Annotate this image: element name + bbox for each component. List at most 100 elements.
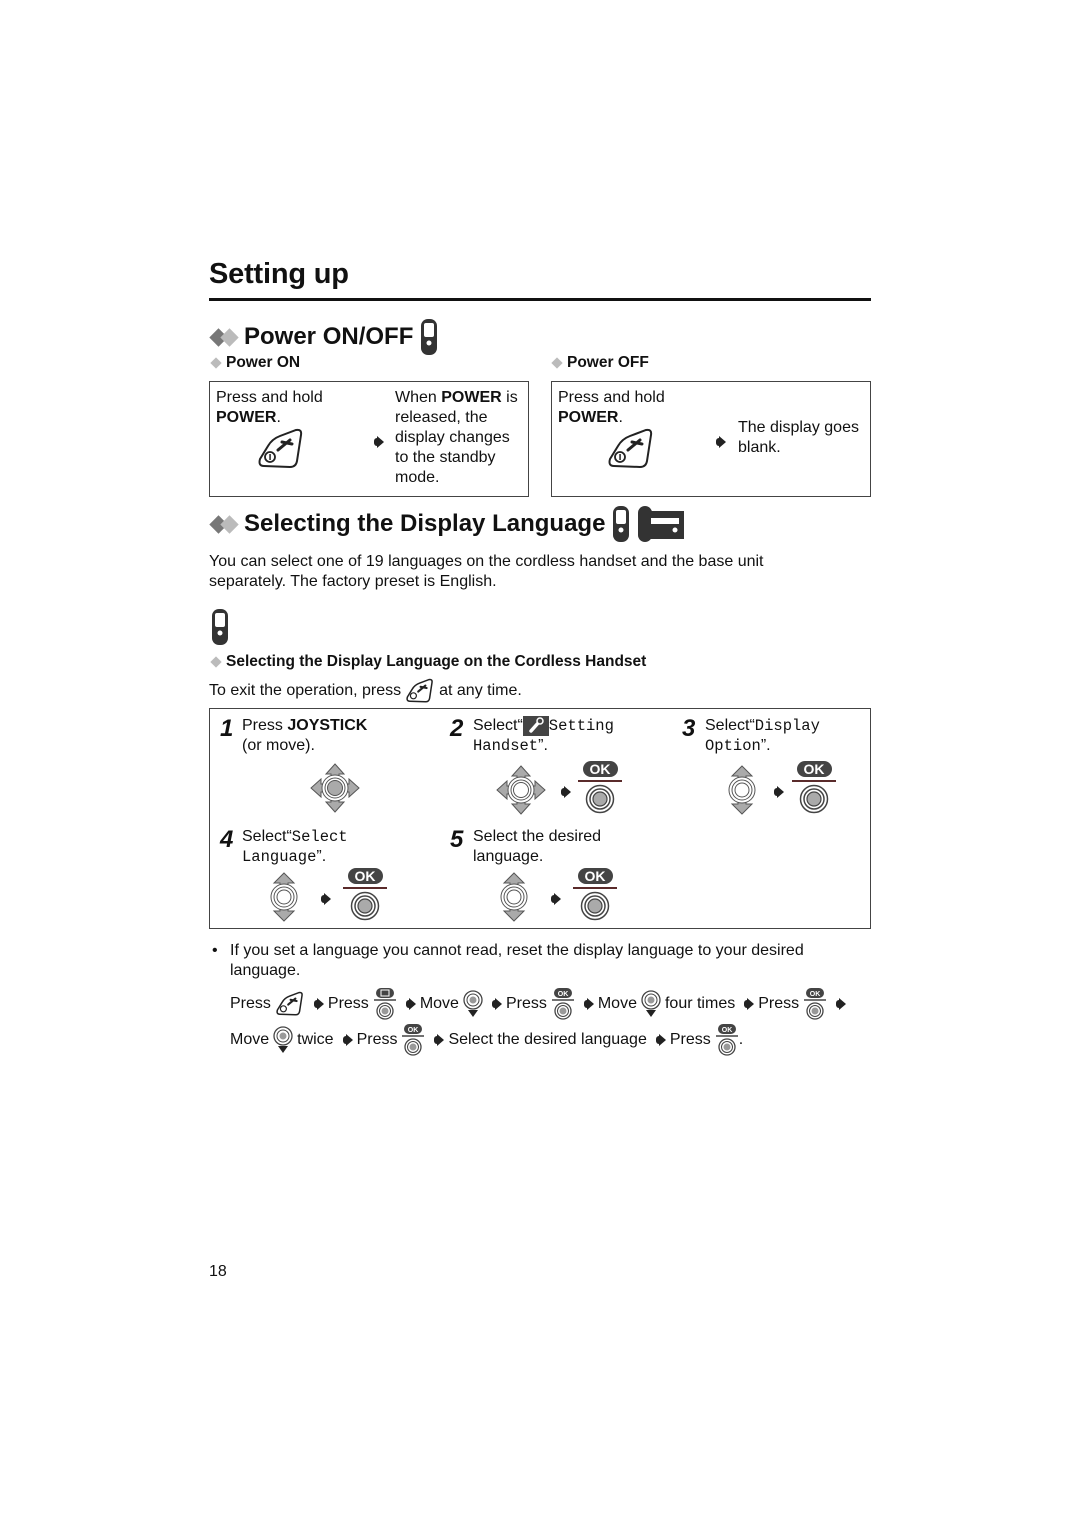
- step-text-part: Select“: [473, 717, 523, 734]
- ok-key-icon: [350, 891, 380, 921]
- step-text-part: ”.: [760, 737, 771, 754]
- power-key-icon[interactable]: [256, 428, 306, 470]
- note-text: language.: [230, 962, 301, 979]
- result-text: The display goes: [738, 419, 859, 436]
- ok-button[interactable]: OK: [567, 868, 623, 921]
- joystick-updown-icon[interactable]: [498, 872, 530, 922]
- step-text-part: ”.: [316, 848, 327, 865]
- power-key-icon[interactable]: [405, 677, 435, 705]
- seq-text: Select the desired language: [448, 1031, 647, 1048]
- page-title: Setting up: [209, 258, 349, 290]
- joystick-4way-icon[interactable]: [310, 763, 360, 813]
- ok-key-icon: [799, 784, 829, 814]
- result-text: to the standby: [395, 449, 496, 466]
- menu-item-text: Handset: [473, 737, 539, 755]
- menu-item-text: Display: [754, 717, 820, 735]
- ok-divider: [343, 887, 387, 889]
- ok-key-icon: [585, 784, 615, 814]
- arrow-icon: [342, 1034, 353, 1046]
- power-key-icon[interactable]: [606, 428, 656, 470]
- arrow-icon: [405, 998, 416, 1010]
- arrow-icon: [321, 893, 331, 905]
- power-on-result: When POWER is released, the display chan…: [395, 388, 518, 488]
- step-4: 4 Select“Select Language”. OK: [220, 826, 387, 922]
- arrow-icon: [374, 436, 384, 448]
- result-text: display changes: [395, 429, 510, 446]
- language-intro: You can select one of 19 languages on th…: [209, 552, 764, 592]
- seq-text: Press: [505, 995, 547, 1012]
- svg-text:OK: OK: [408, 1027, 419, 1034]
- step-text: Select the desired language.: [473, 827, 673, 867]
- language-heading-text: Selecting the Display Language: [244, 510, 606, 537]
- ok-label: OK: [577, 868, 613, 884]
- step-text-part: ”.: [538, 737, 548, 754]
- power-key-label: POWER: [558, 409, 619, 426]
- svg-text:OK: OK: [810, 991, 821, 998]
- ok-divider: [578, 780, 622, 782]
- ok-key-icon: OK: [551, 988, 574, 1020]
- handset-icon: [212, 609, 228, 645]
- seq-text: Press: [356, 1031, 398, 1048]
- instruction-end: .: [276, 409, 281, 426]
- arrow-icon: [434, 1034, 445, 1046]
- language-heading: Selecting the Display Language: [209, 505, 685, 543]
- handset-subheading: Selecting the Display Language on the Co…: [209, 653, 646, 671]
- exit-instruction: To exit the operation, press at any time…: [209, 677, 522, 705]
- seq-text: Press: [669, 1031, 711, 1048]
- step-number: 1: [220, 715, 234, 742]
- intro-text: You can select one of 19 languages on th…: [209, 553, 764, 570]
- power-key-label: POWER: [441, 389, 502, 406]
- handset-icon: [613, 506, 630, 542]
- small-diamond-icon: [210, 357, 222, 369]
- arrow-icon: [655, 1034, 666, 1046]
- step-number: 3: [682, 715, 696, 742]
- diamond-bullet-icon: [209, 514, 239, 534]
- arrow-icon: [561, 786, 571, 798]
- seq-text: Move: [230, 1031, 270, 1048]
- result-text: When: [395, 389, 442, 406]
- seq-text: four times: [664, 995, 736, 1012]
- menu-key-icon: [373, 988, 396, 1020]
- menu-item-text: Select: [291, 828, 348, 846]
- menu-item-text: Language: [242, 848, 317, 866]
- joystick-updown-icon[interactable]: [268, 872, 300, 922]
- joystick-down-icon: [273, 1026, 293, 1053]
- power-off-subheading-text: Power OFF: [567, 354, 649, 371]
- step-text: Select“Select Language”.: [242, 827, 442, 867]
- step-text-part: Press: [242, 717, 288, 734]
- small-diamond-icon: [551, 357, 563, 369]
- step-text-part: Select“: [705, 717, 755, 734]
- seq-text: Press: [327, 995, 369, 1012]
- arrow-icon: [716, 436, 726, 448]
- ok-button[interactable]: OK: [786, 761, 842, 814]
- step-text-part: Select the desired: [473, 828, 602, 845]
- instruction-text: Press and hold: [216, 389, 323, 406]
- svg-text:OK: OK: [558, 991, 569, 998]
- ok-label: OK: [582, 761, 618, 777]
- joystick-key-label: JOYSTICK: [287, 717, 368, 734]
- power-on-box: Press and hold POWER. When POWER is rele…: [209, 381, 529, 497]
- arrow-icon: [774, 786, 784, 798]
- power-heading: Power ON/OFF: [209, 318, 439, 356]
- ok-label: OK: [796, 761, 832, 777]
- instruction-text: Press and hold: [558, 389, 665, 406]
- step-text-part: language.: [473, 848, 544, 865]
- intro-text: separately. The factory preset is Englis…: [209, 573, 497, 590]
- power-on-subheading-text: Power ON: [226, 354, 301, 371]
- ok-button[interactable]: OK: [337, 868, 393, 921]
- diamond-bullet-icon: [209, 327, 239, 347]
- reset-note: • If you set a language you cannot read,…: [212, 941, 804, 981]
- joystick-4way-icon[interactable]: [496, 765, 546, 815]
- joystick-updown-icon[interactable]: [726, 765, 758, 815]
- reset-sequence-1: Press Press Move Press OK Move four time…: [230, 988, 847, 1020]
- steps-box: 1 Press JOYSTICK (or move). 2 Select“ Se…: [209, 708, 871, 929]
- reset-sequence-2: Move twice Press OK Select the desired l…: [230, 1024, 743, 1056]
- power-heading-text: Power ON/OFF: [244, 323, 414, 350]
- handset-subheading-text: Selecting the Display Language on the Co…: [226, 653, 647, 670]
- step-text: Select“Display Option”.: [705, 716, 885, 756]
- step-2: 2 Select“ Setting Handset”. OK: [450, 715, 622, 815]
- menu-item-text: Setting: [548, 717, 614, 735]
- result-text: is: [501, 389, 518, 406]
- ok-button[interactable]: OK: [572, 761, 628, 814]
- power-key-icon: [276, 991, 303, 1016]
